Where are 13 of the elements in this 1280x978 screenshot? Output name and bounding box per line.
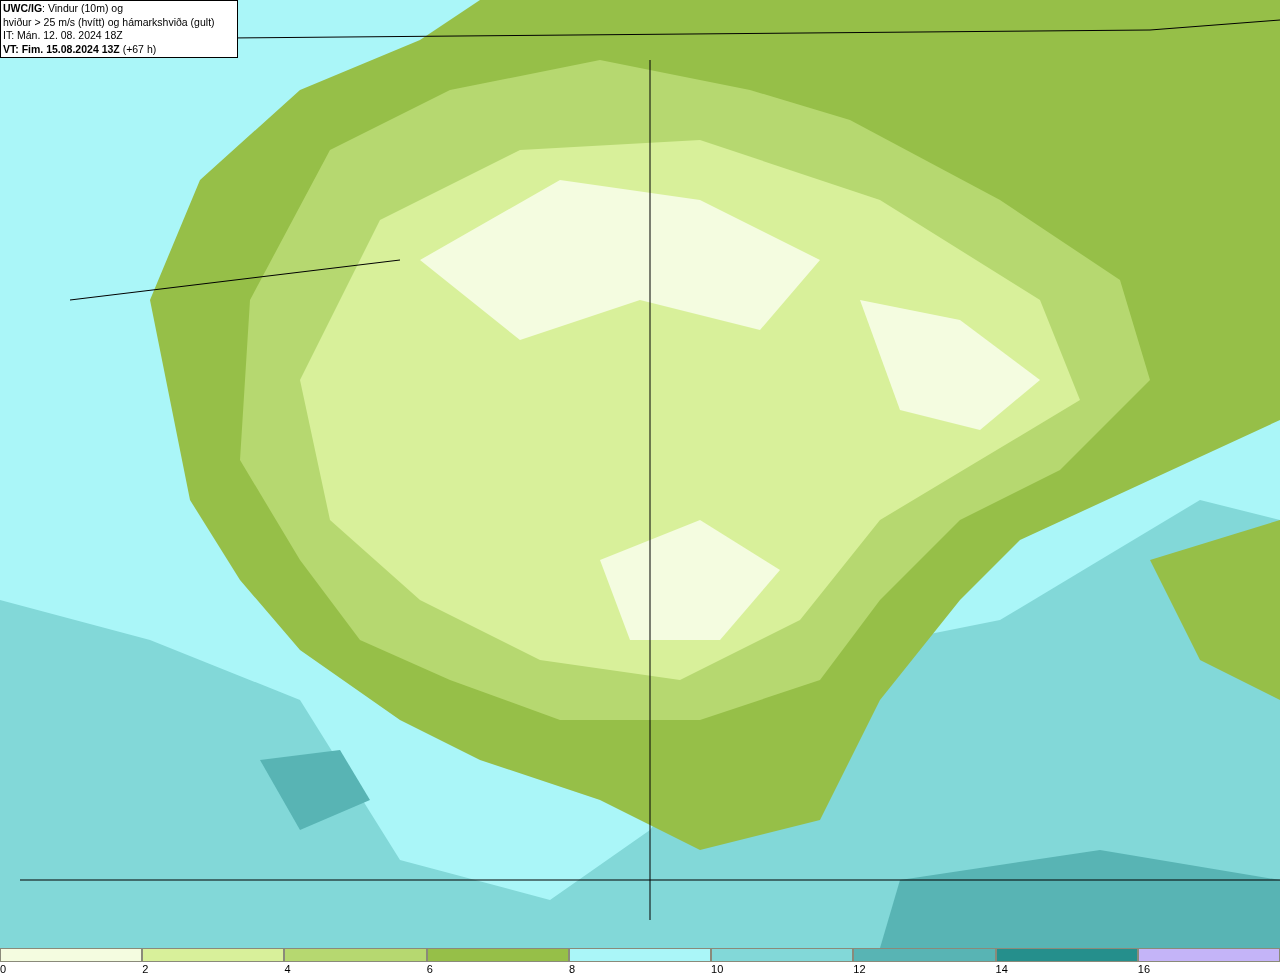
legend-tick-label: 14 — [995, 962, 1008, 977]
legend-tick-label: 8 — [568, 962, 575, 977]
legend-tick-label: 12 — [853, 962, 866, 977]
legend-tick-label: 6 — [426, 962, 433, 977]
info-text: hviður > 25 m/s (hvítt) og hámarkshviða (gult) — [3, 15, 216, 29]
legend-tick-label: 10 — [711, 962, 724, 977]
legend-tick-label: 2 — [142, 962, 149, 977]
legend-tick-label: 0 — [0, 962, 7, 977]
info-text: IT: Mán. 12. 08. 2024 18Z — [3, 29, 124, 43]
legend-tick-label: 4 — [284, 962, 291, 977]
info-text: UWC/IG: Vindur (10m) og — [3, 2, 124, 16]
legend-tick-label: 16 — [1137, 962, 1150, 977]
info-text: VT: Fim. 15.08.2024 13Z (+67 h) — [3, 42, 158, 56]
